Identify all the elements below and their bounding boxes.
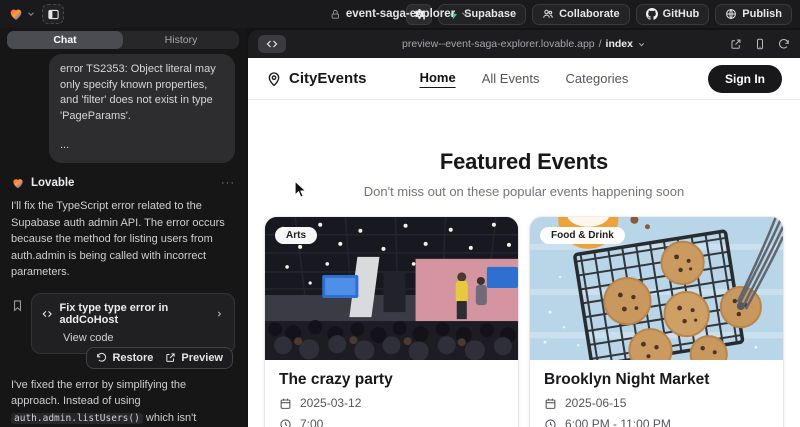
event-title: The crazy party [279,371,504,389]
assistant-name: Lovable [31,177,74,189]
code-icon [266,38,278,50]
publish-button-label: Publish [742,8,782,20]
clock-icon [544,418,557,427]
calendar-icon [279,397,292,410]
tab-chat[interactable]: Chat [7,31,123,49]
top-bar: event-saga-explorer Supabase Coll [0,0,800,28]
calendar-icon [544,397,557,410]
lovable-logo-menu[interactable] [8,6,36,22]
github-icon [646,8,658,20]
url-separator: / [599,38,602,50]
event-image-party: Arts [265,217,518,360]
event-cards-row: Arts The crazy party 2025-03-12 7:00 [248,199,800,427]
chevron-down-icon [460,9,470,19]
mobile-view-icon[interactable] [754,38,766,50]
event-title: Brooklyn Night Market [544,371,769,389]
refresh-icon[interactable] [778,38,790,50]
preview-url-dropdown[interactable]: preview--event-saga-explorer.lovable.app… [402,38,646,50]
view-code-link[interactable]: View code [63,332,224,344]
event-card-crazy-party[interactable]: Arts The crazy party 2025-03-12 7:00 [265,217,518,427]
event-date: 2025-03-12 [300,396,361,410]
event-image-cookies: Food & Drink [530,217,783,360]
assistant-header: Lovable ··· [11,176,235,190]
assistant-message-result: I've fixed the error by simplifying the … [11,377,235,427]
restore-button-label: Restore [112,352,153,364]
preview-url: preview--event-saga-explorer.lovable.app [402,38,595,50]
chevron-down-icon [637,40,646,49]
chat-sidebar: Chat History error TS2353: Object litera… [0,28,246,427]
nav-categories[interactable]: Categories [566,71,629,86]
event-date: 2025-06-15 [565,396,626,410]
featured-heading: Featured Events [248,149,800,175]
site-brand[interactable]: CityEvents [266,70,367,87]
preview-pane: preview--event-saga-explorer.lovable.app… [248,30,800,427]
lock-icon [330,9,341,20]
restore-preview-toolbar: Restore Preview [86,347,233,369]
featured-subheading: Don't miss out on these popular events h… [248,184,800,199]
supabase-button-label: Supabase [464,8,516,20]
event-time: 6:00 PM - 11:00 PM [565,417,671,427]
result-text-1: I've fixed the error by simplifying the … [11,379,186,408]
lovable-heart-icon [8,6,24,22]
site-viewport: CityEvents Home All Events Categories Si… [248,58,800,427]
tab-history[interactable]: History [123,31,239,49]
preview-chrome-bar: preview--event-saga-explorer.lovable.app… [248,30,800,58]
restore-button[interactable]: Restore [96,352,153,364]
event-card-brooklyn-market[interactable]: Food & Drink Brooklyn Night Market 2025-… [530,217,783,427]
code-view-button[interactable] [258,35,286,53]
event-date-row: 2025-06-15 [544,396,769,410]
sign-in-button[interactable]: Sign In [708,65,782,93]
clock-icon [279,418,292,427]
event-time-row: 7:00 [279,417,504,427]
chevron-down-icon [26,9,36,19]
preview-page: index [606,38,633,50]
inline-code-listusers: auth.admin.listUsers() [11,413,143,424]
user-message-bubble: error TS2353: Object literal may only sp… [49,54,235,163]
event-time: 7:00 [300,417,323,427]
github-button-label: GitHub [663,8,700,20]
message-menu-button[interactable]: ··· [221,177,235,189]
nav-home[interactable]: Home [420,70,456,88]
event-date-row: 2025-03-12 [279,396,504,410]
lovable-app-window: event-saga-explorer Supabase Coll [0,0,800,427]
open-in-new-tab-icon[interactable] [730,38,742,50]
github-button[interactable]: GitHub [636,4,710,25]
site-nav: Home All Events Categories [420,70,629,88]
collaborate-button-label: Collaborate [559,8,620,20]
external-link-icon [165,352,176,363]
bookmark-icon[interactable] [11,299,24,312]
preview-button-label: Preview [181,352,223,364]
restore-icon [96,352,107,363]
project-switcher[interactable]: event-saga-explorer [330,0,470,28]
fix-card-title: Fix type type error in addCoHost [59,302,208,326]
project-name: event-saga-explorer [346,8,455,20]
category-badge: Food & Drink [540,227,625,244]
publish-button[interactable]: Publish [715,4,792,25]
collaborate-users-icon [542,8,554,20]
preview-button[interactable]: Preview [165,352,223,364]
chevron-right-icon [215,309,224,319]
chat-message-list[interactable]: error TS2353: Object literal may only sp… [0,49,246,427]
featured-section: Featured Events Don't miss out on these … [248,100,800,199]
event-time-row: 6:00 PM - 11:00 PM [544,417,769,427]
code-icon [42,308,52,320]
fix-change-card[interactable]: Fix type type error in addCoHost View co… [31,293,235,354]
collaborate-button[interactable]: Collaborate [532,4,630,25]
nav-all-events[interactable]: All Events [482,71,540,86]
panel-left-icon [47,8,60,21]
user-message-text: error TS2353: Object literal may only sp… [60,62,224,124]
lovable-heart-icon [11,176,25,190]
assistant-message-intro: I'll fix the TypeScript error related to… [11,198,235,281]
user-message-ellipsis: ... [60,138,224,154]
toggle-sidebar-button[interactable] [42,4,64,24]
chat-history-tabs: Chat History [7,31,239,49]
site-brand-label: CityEvents [289,70,367,87]
map-pin-icon [266,71,282,87]
site-header: CityEvents Home All Events Categories Si… [248,58,800,100]
publish-globe-icon [725,8,737,20]
category-badge: Arts [275,227,317,244]
